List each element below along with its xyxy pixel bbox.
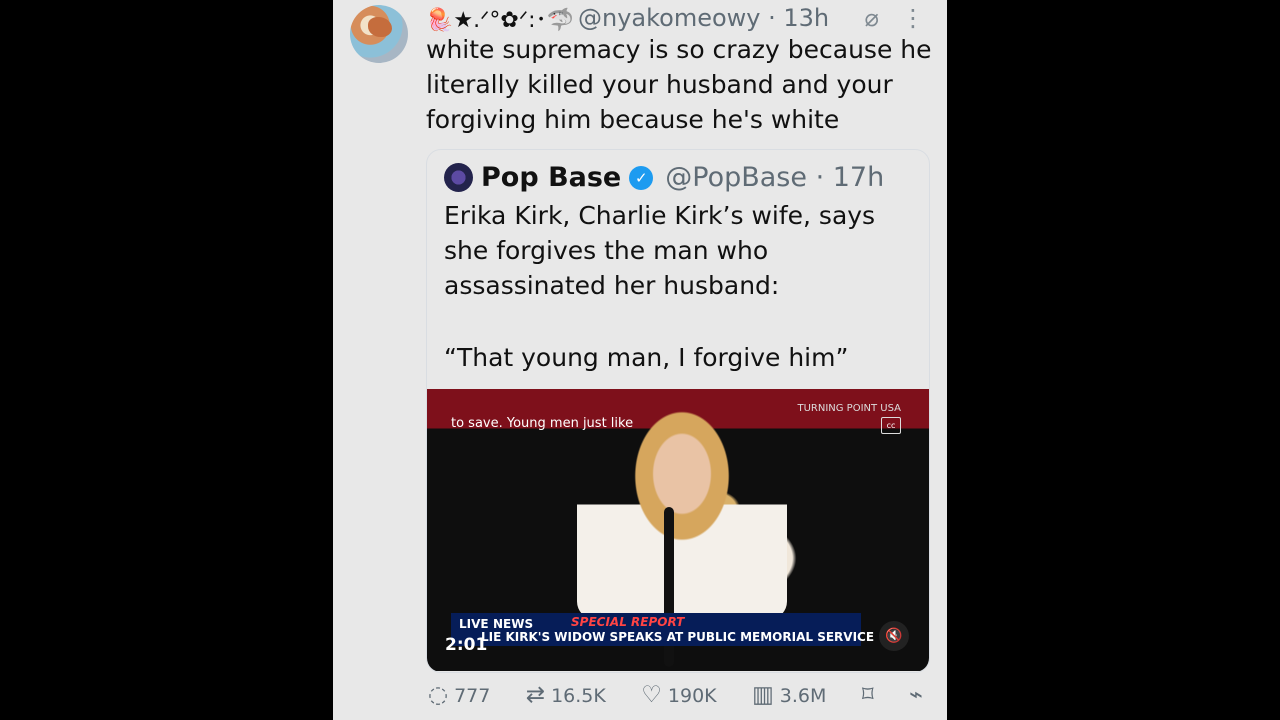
more-icon[interactable]: ⋮: [901, 4, 925, 32]
quoted-handle[interactable]: @PopBase: [665, 162, 807, 193]
speaker-image: [577, 399, 787, 619]
quoted-separator-dot: ·: [806, 162, 833, 193]
heart-icon: ♡: [641, 682, 662, 708]
views-icon: ▥: [752, 682, 774, 708]
tweet-panel: 🪼★.ᐟ°✿ᐟ:･🦈 @nyakomeowy · 13h ⌀ ⋮ white s…: [333, 0, 947, 720]
avatar[interactable]: [350, 5, 408, 63]
cc-button[interactable]: cc: [881, 417, 901, 434]
repost-icon: ⇄: [525, 682, 546, 708]
video-brand: TURNING POINT USA: [797, 403, 901, 414]
bookmark-icon: ⌑: [861, 682, 874, 708]
video-caption: to save. Young men just like: [451, 416, 634, 431]
display-name[interactable]: 🪼★.ᐟ°✿ᐟ:･🦈: [426, 2, 574, 34]
quoted-post-header: Pop Base ✓ @PopBase · 17h: [444, 162, 884, 193]
reply-count: 777: [454, 684, 491, 707]
reply-icon: ◌: [428, 682, 449, 708]
separator-dot: ·: [760, 4, 784, 32]
news-label: NEWS: [493, 617, 534, 631]
views-count: 3.6M: [779, 684, 827, 707]
repost-count: 16.5K: [551, 684, 606, 707]
views-button[interactable]: ▥ 3.6M: [752, 684, 826, 707]
verified-badge-icon: ✓: [629, 165, 654, 190]
action-bar: ◌ 777 ⇄ 16.5K ♡ 190K ▥ 3.6M ⌑ ⌁: [428, 684, 923, 707]
quoted-post-quote: “That young man, I forgive him”: [444, 343, 849, 372]
share-button[interactable]: ⌁: [909, 684, 923, 707]
video-player[interactable]: to save. Young men just like TURNING POI…: [427, 389, 929, 671]
post-time[interactable]: 13h: [783, 4, 829, 32]
special-report-label: SPECIAL REPORT: [571, 615, 685, 629]
post-header: 🪼★.ᐟ°✿ᐟ:･🦈 @nyakomeowy · 13h: [426, 2, 829, 34]
quoted-post-text: Erika Kirk, Charlie Kirk’s wife, says sh…: [444, 201, 876, 300]
share-icon: ⌁: [909, 682, 923, 708]
live-label: LIVE: [459, 617, 489, 631]
bookmark-button[interactable]: ⌑: [862, 684, 874, 707]
quoted-avatar[interactable]: [444, 163, 473, 192]
user-handle[interactable]: @nyakomeowy: [578, 4, 761, 32]
headline-label: LIE KIRK'S WIDOW SPEAKS AT PUBLIC MEMORI…: [481, 630, 875, 644]
video-timer: 2:01: [445, 635, 488, 655]
grok-icon[interactable]: ⌀: [865, 4, 879, 32]
mute-button[interactable]: 🔇: [879, 621, 909, 651]
post-text: white supremacy is so crazy because he l…: [426, 35, 932, 134]
quoted-post[interactable]: Pop Base ✓ @PopBase · 17h Erika Kirk, Ch…: [426, 149, 930, 673]
header-actions: ⌀ ⋮: [865, 4, 925, 32]
quoted-name[interactable]: Pop Base: [481, 162, 621, 193]
like-count: 190K: [667, 684, 717, 707]
reply-button[interactable]: ◌ 777: [428, 684, 490, 707]
repost-button[interactable]: ⇄ 16.5K: [526, 684, 606, 707]
like-button[interactable]: ♡ 190K: [641, 684, 716, 707]
news-lower-third: LIVE NEWS SPECIAL REPORT LIE KIRK'S WIDO…: [451, 613, 874, 646]
quoted-time[interactable]: 17h: [833, 162, 884, 193]
